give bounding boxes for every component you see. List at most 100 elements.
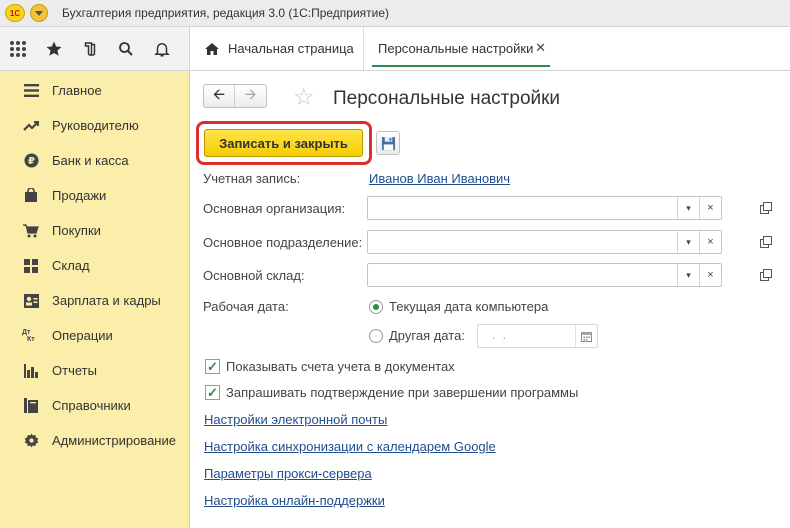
star-icon xyxy=(46,41,62,56)
tab-personal-settings[interactable]: Персональные настройки ✕ xyxy=(366,27,550,70)
shopping-cart-icon xyxy=(22,223,40,239)
email-settings-link[interactable]: Настройки электронной почты xyxy=(204,412,387,427)
dropdown-icon[interactable]: ▾ xyxy=(677,197,699,219)
open-window-icon xyxy=(760,202,772,214)
tab-home-label: Начальная страница xyxy=(228,41,354,56)
favorites-button[interactable] xyxy=(36,27,72,70)
sidebar-item-purchases[interactable]: Покупки xyxy=(0,213,189,248)
sidebar-item-label: Главное xyxy=(52,83,102,98)
app-logo-1c[interactable]: 1С xyxy=(5,4,25,22)
window-title: Бухгалтерия предприятия, редакция 3.0 (1… xyxy=(62,6,390,20)
sidebar-item-main[interactable]: Главное xyxy=(0,73,189,108)
sidebar-item-sales[interactable]: Продажи xyxy=(0,178,189,213)
show-accounts-label: Показывать счета учета в документах xyxy=(226,359,455,374)
sidebar-item-directories[interactable]: Справочники xyxy=(0,388,189,423)
sidebar-item-director[interactable]: Руководителю xyxy=(0,108,189,143)
radio-other-date[interactable] xyxy=(369,329,383,343)
warehouse-field[interactable]: ▾ × xyxy=(367,263,722,287)
add-to-favorites-star-icon[interactable]: ☆ xyxy=(293,83,315,112)
sidebar-item-label: Отчеты xyxy=(52,363,97,378)
svg-text:₽: ₽ xyxy=(28,156,35,167)
ruble-coin-icon: ₽ xyxy=(22,153,40,169)
home-icon xyxy=(205,42,219,55)
shopping-bag-icon xyxy=(22,188,40,204)
floppy-disk-icon xyxy=(381,136,395,150)
close-tab-icon[interactable]: ✕ xyxy=(535,40,546,56)
dropdown-icon[interactable]: ▾ xyxy=(677,264,699,286)
sidebar-item-label: Продажи xyxy=(52,188,107,203)
sidebar-item-warehouse[interactable]: Склад xyxy=(0,248,189,283)
show-accounts-checkbox[interactable]: ✓ xyxy=(205,359,220,374)
radio-current-date[interactable] xyxy=(369,300,383,314)
sidebar-item-salary[interactable]: Зарплата и кадры xyxy=(0,283,189,318)
dropdown-icon[interactable]: ▾ xyxy=(677,231,699,253)
open-organization-button[interactable] xyxy=(757,199,775,217)
top-icon-bar xyxy=(0,27,190,70)
sidebar: Главное Руководителю ₽ Банк и касса Прод… xyxy=(0,71,190,528)
back-button[interactable]: 🡨 xyxy=(204,85,235,107)
page-title: Персональные настройки xyxy=(333,88,561,109)
sidebar-item-label: Склад xyxy=(52,258,90,273)
books-icon xyxy=(22,398,40,414)
sidebar-item-label: Зарплата и кадры xyxy=(52,293,161,308)
calendar-icon[interactable] xyxy=(575,325,597,347)
arrow-left-icon: 🡨 xyxy=(212,85,226,103)
active-tab-indicator xyxy=(372,65,550,67)
open-window-icon xyxy=(760,236,772,248)
warehouse-grid-icon xyxy=(22,258,40,274)
other-date-input[interactable]: . . xyxy=(477,324,598,348)
menu-lines-icon xyxy=(22,83,40,99)
chevron-down-icon xyxy=(35,10,43,16)
search-button[interactable] xyxy=(108,27,144,70)
search-icon xyxy=(119,41,133,56)
clear-icon[interactable]: × xyxy=(699,231,721,253)
proxy-settings-link[interactable]: Параметры прокси-сервера xyxy=(204,466,372,481)
google-calendar-sync-link[interactable]: Настройка синхронизации с календарем Goo… xyxy=(204,439,496,454)
tab-personal-settings-label: Персональные настройки xyxy=(378,41,534,56)
sidebar-item-admin[interactable]: Администрирование xyxy=(0,423,189,458)
bell-icon xyxy=(154,42,170,56)
workdate-label: Рабочая дата: xyxy=(203,299,289,314)
all-functions-button[interactable] xyxy=(0,27,36,70)
main-menu-button[interactable] xyxy=(30,4,48,22)
history-icon xyxy=(84,41,96,56)
open-warehouse-button[interactable] xyxy=(757,266,775,284)
trend-up-icon xyxy=(22,118,40,134)
sidebar-item-bank[interactable]: ₽ Банк и касса xyxy=(0,143,189,178)
notifications-button[interactable] xyxy=(144,27,180,70)
sidebar-item-operations[interactable]: Дт Кт Операции xyxy=(0,318,189,353)
checkmark-icon: ✓ xyxy=(207,359,218,374)
bar-chart-icon xyxy=(22,363,40,379)
settings-form: 🡨 🡪 ☆ Персональные настройки Записать и … xyxy=(191,72,790,528)
gear-icon xyxy=(22,433,40,449)
account-link[interactable]: Иванов Иван Иванович xyxy=(369,171,510,186)
sidebar-item-label: Администрирование xyxy=(52,433,176,448)
department-field[interactable]: ▾ × xyxy=(367,230,722,254)
debit-credit-icon: Дт Кт xyxy=(22,328,35,343)
history-nav: 🡨 🡪 xyxy=(203,84,267,108)
online-support-link[interactable]: Настройка онлайн-поддержки xyxy=(204,493,385,508)
tab-home[interactable]: Начальная страница xyxy=(196,27,364,70)
organization-label: Основная организация: xyxy=(203,201,346,216)
save-and-close-button[interactable]: Записать и закрыть xyxy=(204,129,363,157)
warehouse-label: Основной склад: xyxy=(203,268,305,283)
sidebar-item-label: Руководителю xyxy=(52,118,139,133)
checkmark-icon: ✓ xyxy=(207,385,218,400)
sidebar-item-reports[interactable]: Отчеты xyxy=(0,353,189,388)
arrow-right-icon: 🡪 xyxy=(244,85,257,103)
sidebar-item-label: Банк и касса xyxy=(52,153,129,168)
confirm-exit-label: Запрашивать подтверждение при завершении… xyxy=(226,385,579,400)
save-button[interactable] xyxy=(376,131,400,155)
history-button[interactable] xyxy=(72,27,108,70)
clear-icon[interactable]: × xyxy=(699,197,721,219)
open-department-button[interactable] xyxy=(757,233,775,251)
organization-field[interactable]: ▾ × xyxy=(367,196,722,220)
confirm-exit-checkbox[interactable]: ✓ xyxy=(205,385,220,400)
forward-button[interactable]: 🡪 xyxy=(235,85,266,107)
date-mask: . . xyxy=(492,328,509,342)
department-label: Основное подразделение: xyxy=(203,235,363,250)
clear-icon[interactable]: × xyxy=(699,264,721,286)
person-card-icon xyxy=(22,293,40,309)
radio-other-date-label: Другая дата: xyxy=(389,328,465,343)
sidebar-item-label: Справочники xyxy=(52,398,131,413)
